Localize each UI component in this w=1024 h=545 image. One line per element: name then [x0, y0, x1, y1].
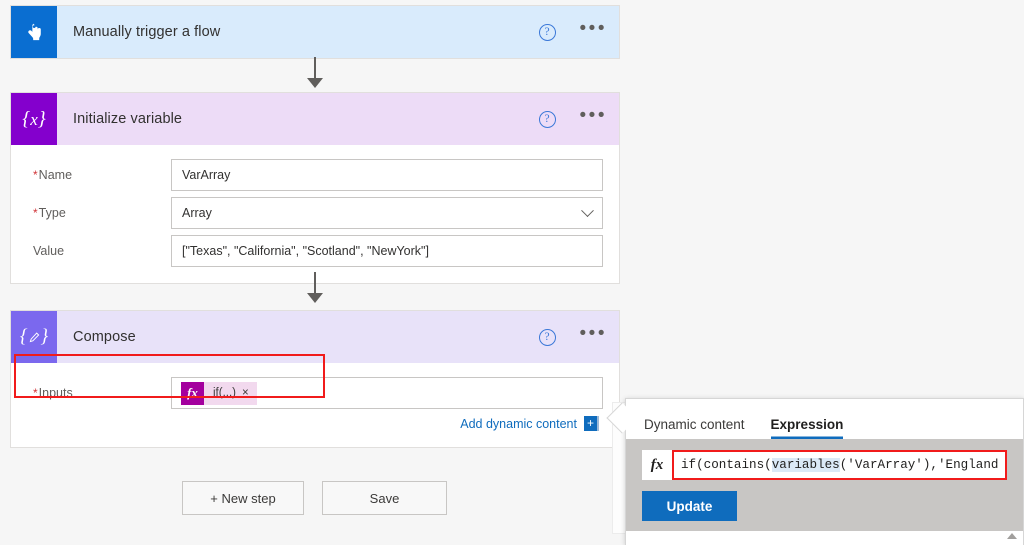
expression-input-row: fx if(contains(variables('VarArray'),'En… [642, 450, 1007, 480]
flow-step-card-initialize-variable[interactable]: {x} Initialize variable ? ••• *Name VarA… [10, 92, 620, 284]
name-input-value: VarArray [182, 168, 231, 182]
more-options-icon[interactable]: ••• [580, 106, 607, 127]
help-icon[interactable]: ? [538, 110, 556, 128]
required-asterisk: * [33, 168, 38, 182]
help-icon[interactable]: ? [538, 328, 556, 346]
add-dynamic-content-link[interactable]: Add dynamic content [460, 417, 577, 431]
field-label-inputs: *Inputs [33, 386, 73, 400]
form-row-name: *Name VarArray [27, 159, 603, 191]
name-input[interactable]: VarArray [171, 159, 603, 191]
tab-dynamic-content[interactable]: Dynamic content [644, 417, 745, 439]
card-header-initialize-variable: {x} Initialize variable ? ••• [11, 93, 619, 145]
connector-arrow-2 [307, 293, 323, 303]
scroll-up-arrow-icon[interactable] [1007, 533, 1017, 539]
expression-prefix: if(contains( [681, 458, 772, 472]
touch-hand-icon [11, 6, 57, 58]
flyout-tabs: Dynamic content Expression [626, 399, 1023, 439]
flyout-footer [626, 531, 1023, 545]
flow-step-card-compose[interactable]: { } Compose ? ••• *Inputs fx if(...) × A… [10, 310, 620, 448]
more-options-icon[interactable]: ••• [580, 19, 607, 40]
card-title-initialize-variable: Initialize variable [73, 111, 183, 127]
form-row-inputs: *Inputs fx if(...) × [27, 377, 603, 409]
form-row-type: *Type Array [27, 197, 603, 229]
expression-editor-area: fx if(contains(variables('VarArray'),'En… [626, 439, 1023, 531]
required-asterisk: * [33, 206, 38, 220]
tab-expression[interactable]: Expression [771, 417, 844, 439]
value-input-value: ["Texas", "California", "Scotland", "New… [182, 244, 429, 258]
chevron-down-icon[interactable] [581, 203, 594, 217]
add-dynamic-content-plus-icon[interactable]: + [584, 416, 599, 431]
more-options-icon[interactable]: ••• [580, 324, 607, 345]
add-dynamic-content-row: Add dynamic content + [27, 416, 603, 431]
flow-designer-canvas: Manually trigger a flow ? ••• {x} Initia… [0, 0, 1024, 545]
card-header-actions: ? ••• [538, 311, 607, 363]
connector-arrow-1 [307, 78, 323, 88]
inputs-field[interactable]: fx if(...) × [171, 377, 603, 409]
card-body-compose: *Inputs fx if(...) × Add dynamic content… [11, 363, 619, 447]
update-button[interactable]: Update [642, 491, 737, 521]
required-asterisk: * [33, 386, 38, 400]
field-label-type: *Type [33, 206, 66, 220]
expression-token-label: if(...) [213, 387, 236, 399]
card-header-actions: ? ••• [538, 6, 607, 58]
expression-highlight: variables [771, 458, 840, 472]
form-row-value: Value ["Texas", "California", "Scotland"… [27, 235, 603, 267]
flow-step-card-trigger[interactable]: Manually trigger a flow ? ••• [10, 5, 620, 59]
expression-text: if(contains(variables('VarArray'),'Engla… [681, 458, 998, 472]
new-step-button[interactable]: + New step [182, 481, 304, 515]
braces-pencil-icon: { } [11, 311, 57, 363]
card-title-trigger: Manually trigger a flow [73, 24, 221, 40]
expression-suffix: ('VarArray'),'England [839, 458, 999, 472]
expression-flyout-panel: Dynamic content Expression fx if(contain… [606, 398, 1024, 545]
remove-token-icon[interactable]: × [242, 387, 257, 399]
type-select[interactable]: Array [171, 197, 603, 229]
save-button[interactable]: Save [322, 481, 447, 515]
card-title-compose: Compose [73, 329, 136, 345]
card-header-actions: ? ••• [538, 93, 607, 145]
field-label-name: *Name [33, 168, 73, 182]
card-header-trigger: Manually trigger a flow ? ••• [11, 6, 619, 58]
field-label-value: Value [33, 244, 65, 258]
help-icon[interactable]: ? [538, 23, 556, 41]
fx-icon: fx [642, 450, 672, 480]
braces-x-icon: {x} [11, 93, 57, 145]
expression-input[interactable]: if(contains(variables('VarArray'),'Engla… [672, 450, 1007, 480]
card-body-initialize-variable: *Name VarArray *Type Array Value ["Texas… [11, 145, 619, 283]
expression-token[interactable]: fx if(...) × [181, 381, 257, 405]
fx-icon: fx [181, 381, 204, 405]
value-input[interactable]: ["Texas", "California", "Scotland", "New… [171, 235, 603, 267]
type-select-value: Array [182, 206, 212, 220]
card-header-compose: { } Compose ? ••• [11, 311, 619, 363]
